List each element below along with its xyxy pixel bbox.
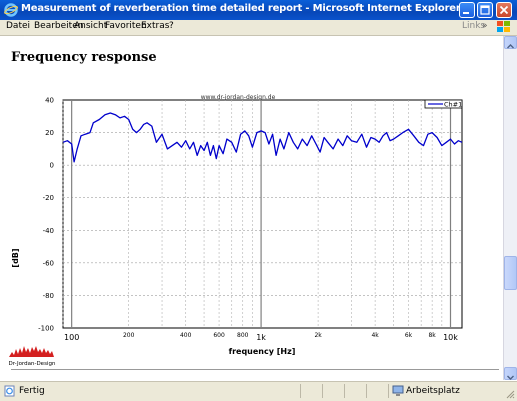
status-bar: Fertig Arbeitsplatz — [0, 381, 517, 401]
minimize-button[interactable] — [459, 2, 475, 18]
maximize-button[interactable] — [477, 2, 493, 18]
y-tick-label: -40 — [43, 227, 54, 235]
menu-datei[interactable]: Datei — [6, 21, 30, 31]
y-tick-label: -20 — [43, 194, 54, 202]
dr-jordan-design-logo: Dr-Jordan-Design — [9, 346, 56, 367]
status-separator — [366, 384, 367, 398]
x-tick-label: 4k — [371, 332, 379, 339]
internet-explorer-icon — [4, 3, 18, 17]
y-tick-label: 0 — [50, 162, 54, 170]
resize-grip-icon[interactable] — [505, 389, 515, 399]
scroll-up-button[interactable] — [504, 36, 517, 49]
menu-ansicht[interactable]: Ansicht — [74, 21, 107, 31]
plot-area — [62, 99, 463, 329]
minimize-icon — [463, 12, 469, 14]
y-tick-label: -60 — [43, 259, 54, 267]
scroll-down-button[interactable] — [504, 367, 517, 380]
x-tick-label: 400 — [180, 332, 192, 339]
status-separator — [300, 384, 301, 398]
status-text: Fertig — [19, 386, 45, 396]
y-tick-label: -80 — [43, 292, 54, 300]
maximize-icon — [480, 5, 490, 15]
status-separator — [322, 384, 323, 398]
logo-caption: Dr-Jordan-Design — [9, 361, 56, 367]
x-tick-label: 6k — [405, 332, 413, 339]
x-tick-label: 800 — [237, 332, 249, 339]
legend-label-ch1: Ch#1 — [444, 101, 462, 109]
close-button[interactable] — [496, 2, 512, 18]
chart-watermark: www.dr-jordan-design.de — [201, 94, 276, 101]
chevron-right-icon[interactable]: » — [482, 21, 488, 31]
y-axis-label: [dB] — [11, 248, 20, 267]
chart-legend: Ch#1 — [424, 99, 463, 109]
page-done-icon — [4, 385, 15, 397]
x-tick-label: 2k — [314, 332, 322, 339]
title-bar[interactable]: Measurement of reverberation time detail… — [0, 0, 517, 20]
x-tick-label: 10k — [443, 333, 458, 342]
windows-logo-icon — [497, 21, 510, 32]
x-tick-label: 100 — [64, 333, 79, 342]
x-tick-label: 200 — [123, 332, 135, 339]
x-tick-label: 1k — [256, 333, 266, 342]
menu-help[interactable]: ? — [169, 21, 174, 31]
security-zone-label: Arbeitsplatz — [406, 386, 460, 396]
vertical-scrollbar[interactable] — [503, 36, 517, 380]
page-content: Frequency response 40 20 0 -20 -40 -60 -80 -100… — [2, 36, 502, 380]
window-title: Measurement of reverberation time detail… — [21, 3, 461, 14]
x-axis-label: frequency [Hz] — [229, 347, 296, 356]
y-tick-label: 40 — [45, 97, 54, 105]
x-tick-label: 8k — [428, 332, 436, 339]
x-tick-label: 600 — [213, 332, 225, 339]
content-divider — [11, 369, 499, 370]
close-icon — [499, 5, 509, 15]
frequency-response-chart: 40200-20-40-60-80-100100 200 400 600 800 1k 2k… — [11, 94, 463, 356]
arrow-up-icon — [507, 44, 514, 49]
scroll-thumb[interactable] — [504, 256, 517, 290]
y-tick-label: -100 — [38, 325, 54, 333]
y-tick-label: 20 — [45, 129, 54, 137]
menu-extras[interactable]: Extras — [141, 21, 169, 31]
status-separator — [344, 384, 345, 398]
my-computer-icon — [392, 385, 404, 396]
status-separator — [388, 384, 389, 398]
menu-bar: Datei Bearbeiten Ansicht Favoriten Extra… — [0, 20, 517, 36]
